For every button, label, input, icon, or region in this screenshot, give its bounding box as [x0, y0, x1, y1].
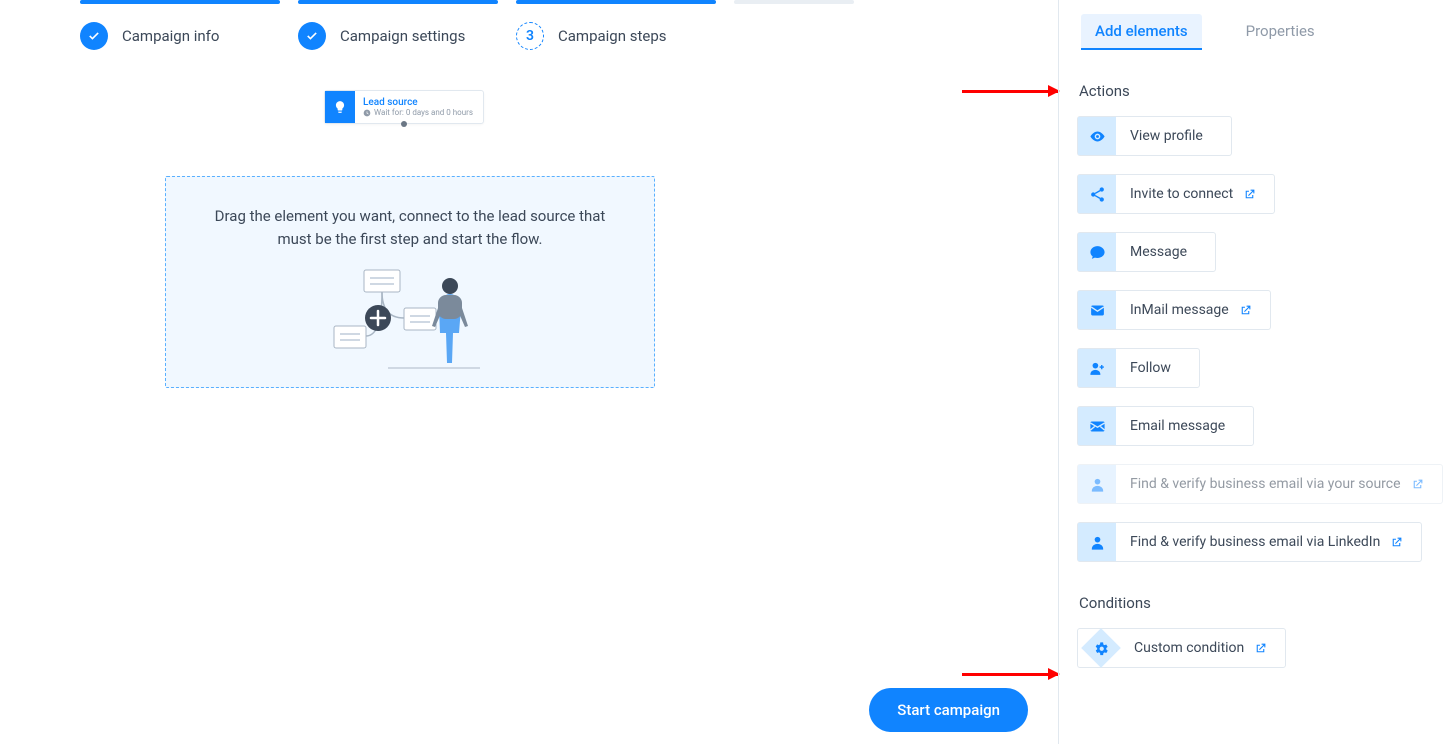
section-heading-actions: Actions — [1079, 82, 1453, 100]
element-follow[interactable]: Follow — [1077, 348, 1200, 388]
external-link-icon — [1243, 188, 1256, 201]
node-connector-dot[interactable] — [401, 121, 407, 127]
step-campaign-steps[interactable]: 3 Campaign steps — [516, 0, 716, 50]
start-campaign-button[interactable]: Start campaign — [869, 688, 1028, 732]
element-label: Invite to connect — [1116, 186, 1243, 202]
step-progress-bar — [734, 0, 854, 4]
element-label: InMail message — [1116, 302, 1239, 318]
external-link-icon — [1411, 478, 1424, 491]
flow-drop-zone[interactable]: Drag the element you want, connect to th… — [165, 176, 655, 388]
element-label: Custom condition — [1120, 640, 1254, 656]
step-progress-bar — [516, 0, 716, 4]
external-link-icon — [1239, 304, 1252, 317]
wizard-stepper: Campaign info Campaign settings 3 Campai… — [0, 0, 1058, 50]
sidebar: Add elements Properties Actions View pro… — [1058, 0, 1453, 744]
external-link-icon — [1254, 642, 1267, 655]
step-progress-bar — [80, 0, 280, 4]
element-label: Email message — [1116, 418, 1235, 434]
element-label: Find & verify business email via LinkedI… — [1116, 534, 1390, 550]
annotation-arrow — [962, 673, 1058, 676]
external-link-icon — [1390, 536, 1403, 549]
step-campaign-settings[interactable]: Campaign settings — [298, 0, 498, 50]
drop-hint-text: Drag the element you want, connect to th… — [206, 205, 614, 250]
eye-icon — [1078, 117, 1116, 155]
share-icon — [1078, 175, 1116, 213]
gears-icon — [1081, 628, 1121, 668]
step-progress-bar — [298, 0, 498, 4]
element-message[interactable]: Message — [1077, 232, 1216, 272]
person-icon — [1078, 523, 1116, 561]
tab-properties[interactable]: Properties — [1232, 14, 1329, 50]
element-email-message[interactable]: Email message — [1077, 406, 1254, 446]
step-label: Campaign info — [122, 27, 219, 45]
element-label: View profile — [1116, 128, 1213, 144]
step-bullet-done-icon — [80, 22, 108, 50]
person-icon — [1078, 465, 1116, 503]
inmail-icon — [1078, 291, 1116, 329]
element-inmail-message[interactable]: InMail message — [1077, 290, 1271, 330]
element-view-profile[interactable]: View profile — [1077, 116, 1232, 156]
element-label: Message — [1116, 244, 1197, 260]
step-bullet-done-icon — [298, 22, 326, 50]
email-icon — [1078, 407, 1116, 445]
follow-icon — [1078, 349, 1116, 387]
element-find-verify-email-source: Find & verify business email via your so… — [1077, 464, 1443, 504]
lead-source-icon — [325, 91, 355, 123]
annotation-arrow — [962, 90, 1058, 93]
lead-source-node[interactable]: Lead source Wait for: 0 days and 0 hours — [324, 90, 484, 124]
step-campaign-info[interactable]: Campaign info — [80, 0, 280, 50]
element-find-verify-email-linkedin[interactable]: Find & verify business email via LinkedI… — [1077, 522, 1422, 562]
element-label: Follow — [1116, 360, 1181, 376]
lead-source-title: Lead source — [363, 97, 473, 108]
tab-add-elements[interactable]: Add elements — [1081, 14, 1202, 50]
step-future-placeholder — [734, 0, 854, 50]
chat-icon — [1078, 233, 1116, 271]
lead-source-subtitle: Wait for: 0 days and 0 hours — [363, 108, 473, 117]
step-bullet-number: 3 — [516, 22, 544, 50]
section-heading-conditions: Conditions — [1079, 594, 1453, 612]
element-custom-condition[interactable]: Custom condition — [1077, 628, 1286, 668]
drop-illustration — [206, 268, 614, 378]
element-invite-to-connect[interactable]: Invite to connect — [1077, 174, 1275, 214]
step-label: Campaign steps — [558, 27, 667, 45]
element-label: Find & verify business email via your so… — [1116, 476, 1411, 492]
step-label: Campaign settings — [340, 27, 465, 45]
